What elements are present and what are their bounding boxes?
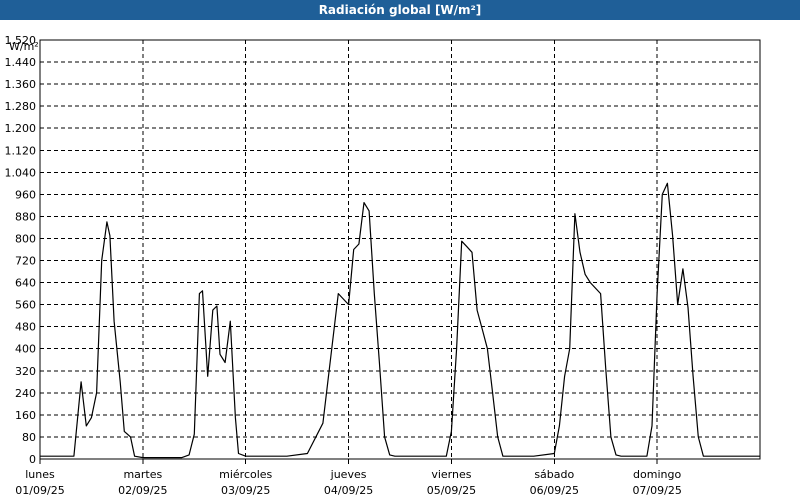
x-axis-ticks: lunes 01/09/25 martes 02/09/25 miércoles 03/0…: [15, 459, 682, 497]
y-tick-label: 480: [15, 321, 36, 334]
y-tick-label: 960: [15, 188, 36, 201]
x-tick-weekday: sábado: [534, 468, 574, 481]
y-tick-label: 240: [15, 387, 36, 400]
y-tick-label: 720: [15, 255, 36, 268]
y-tick-label: 1.360: [5, 78, 37, 91]
y-axis-label: W/m²: [9, 40, 39, 53]
radiation-chart: 0 80 160 240 320 400 480 560 640 720 800 880 960 1.04…: [5, 34, 761, 497]
y-tick-label: 1.440: [5, 56, 37, 69]
plot-border: [39, 39, 761, 460]
grid-lines: [40, 39, 760, 459]
chart-title: Radiación global [W/m²]: [0, 0, 800, 20]
x-tick-weekday: miércoles: [219, 468, 272, 481]
x-tick-weekday: jueves: [330, 468, 367, 481]
y-tick-label: 80: [22, 431, 36, 444]
y-tick-label: 1.120: [5, 144, 37, 157]
x-tick-date: 03/09/25: [221, 484, 270, 497]
x-tick-date: 04/09/25: [324, 484, 373, 497]
x-tick-weekday: domingo: [633, 468, 681, 481]
y-tick-label: 1.040: [5, 166, 37, 179]
x-tick-date: 07/09/25: [632, 484, 681, 497]
y-tick-label: 400: [15, 343, 36, 356]
series-group: [40, 182, 760, 459]
x-tick-date: 05/09/25: [427, 484, 476, 497]
y-tick-label: 160: [15, 409, 36, 422]
y-tick-label: 560: [15, 299, 36, 312]
y-tick-label: 320: [15, 365, 36, 378]
x-tick-date: 06/09/25: [530, 484, 579, 497]
plot-frame: [39, 39, 761, 460]
y-tick-label: 800: [15, 232, 36, 245]
x-tick-weekday: viernes: [431, 468, 471, 481]
y-tick-label: 1.280: [5, 100, 37, 113]
y-tick-label: 1.200: [5, 122, 37, 135]
x-tick-weekday: martes: [123, 468, 162, 481]
y-tick-label: 0: [29, 453, 36, 466]
y-tick-label: 880: [15, 210, 36, 223]
y-tick-label: 640: [15, 277, 36, 290]
y-axis-ticks: 0 80 160 240 320 400 480 560 640 720 800 880 960 1.04…: [5, 34, 37, 466]
x-tick-date: 01/09/25: [15, 484, 64, 497]
series-line: [40, 182, 760, 459]
x-tick-weekday: lunes: [25, 468, 55, 481]
x-tick-date: 02/09/25: [118, 484, 167, 497]
